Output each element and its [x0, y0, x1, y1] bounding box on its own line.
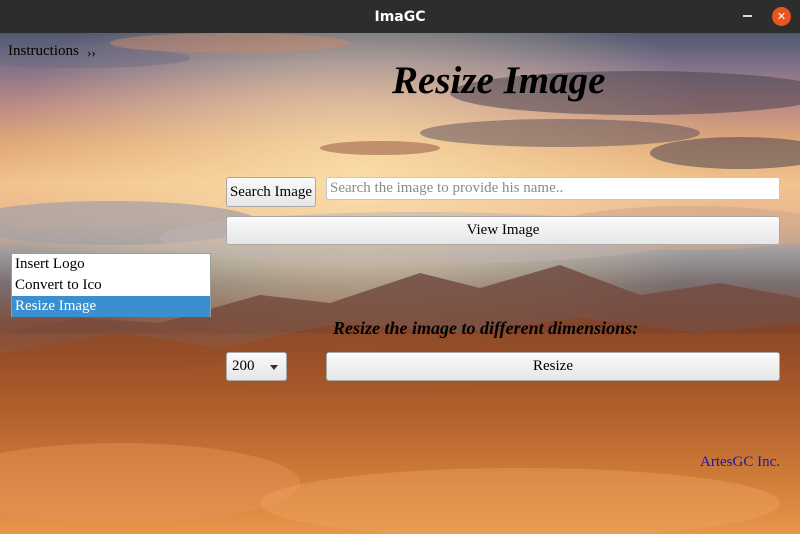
list-item-convert-to-ico[interactable]: Convert to Ico [12, 275, 210, 296]
chevron-right-icon[interactable]: ›› [87, 45, 96, 61]
minimize-icon[interactable] [740, 9, 754, 23]
window-title: ImaGC [374, 8, 426, 25]
tools-list[interactable]: Insert Logo Convert to Ico Resize Image [11, 253, 211, 317]
view-image-button[interactable]: View Image [226, 216, 780, 245]
close-icon[interactable]: ✕ [772, 7, 791, 26]
resize-button[interactable]: Resize [326, 352, 780, 381]
list-item-insert-logo[interactable]: Insert Logo [12, 254, 210, 275]
image-name-input[interactable] [326, 177, 780, 200]
instructions-menu[interactable]: Instructions [8, 43, 79, 60]
list-item-resize-image[interactable]: Resize Image [12, 296, 210, 317]
size-select-value: 200 [232, 358, 255, 374]
size-select[interactable]: 200 [226, 352, 287, 381]
search-image-button[interactable]: Search Image [226, 177, 316, 207]
page-title: Resize Image [392, 59, 606, 102]
chevron-down-icon [270, 365, 278, 370]
resize-subheading: Resize the image to different dimensions… [333, 318, 639, 338]
company-credit: ArtesGC Inc. [700, 454, 780, 470]
window-titlebar: ImaGC ✕ [0, 0, 800, 33]
